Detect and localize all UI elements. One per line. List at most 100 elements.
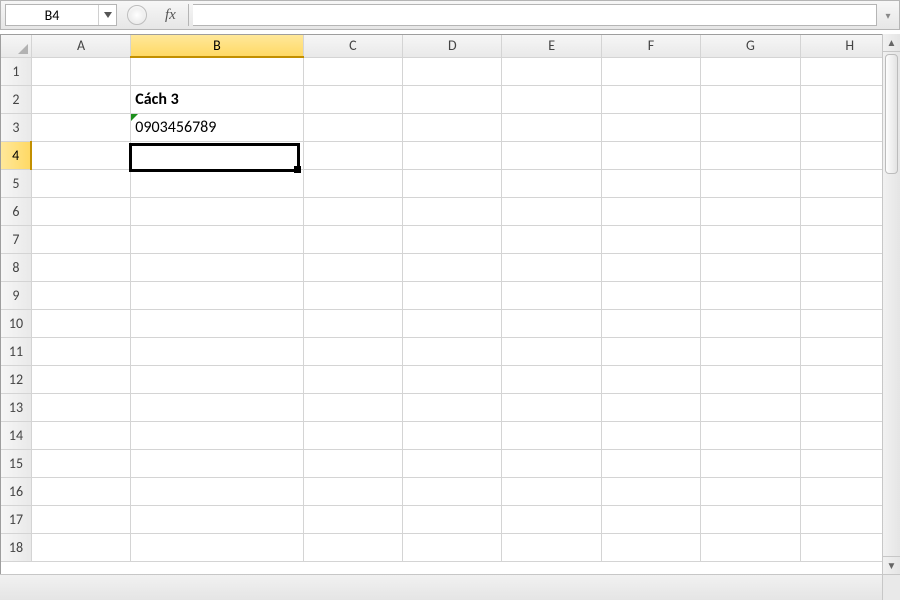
cell-D5[interactable] [403, 169, 502, 197]
vertical-scrollbar[interactable]: ▲ ▼ [882, 34, 900, 574]
cell-G18[interactable] [701, 533, 800, 561]
row-header-12[interactable]: 12 [1, 365, 31, 393]
cell-D11[interactable] [403, 337, 502, 365]
cell-A15[interactable] [31, 449, 130, 477]
cell-D7[interactable] [403, 225, 502, 253]
column-header-E[interactable]: E [502, 35, 601, 57]
cell-F9[interactable] [601, 281, 700, 309]
cell-G9[interactable] [701, 281, 800, 309]
cell-B9[interactable] [131, 281, 303, 309]
cell-E2[interactable] [502, 85, 601, 113]
row-header-10[interactable]: 10 [1, 309, 31, 337]
cell-A9[interactable] [31, 281, 130, 309]
row-header-1[interactable]: 1 [1, 57, 31, 85]
cell-F6[interactable] [601, 197, 700, 225]
cell-F3[interactable] [601, 113, 700, 141]
cell-C17[interactable] [303, 505, 402, 533]
cell-A16[interactable] [31, 477, 130, 505]
cell-A3[interactable] [31, 113, 130, 141]
cell-A10[interactable] [31, 309, 130, 337]
row-header-15[interactable]: 15 [1, 449, 31, 477]
cell-F15[interactable] [601, 449, 700, 477]
row-header-4[interactable]: 4 [1, 141, 31, 169]
row-header-11[interactable]: 11 [1, 337, 31, 365]
scroll-down-icon[interactable]: ▼ [883, 556, 900, 574]
cell-F13[interactable] [601, 393, 700, 421]
cell-C14[interactable] [303, 421, 402, 449]
cell-F18[interactable] [601, 533, 700, 561]
cell-C16[interactable] [303, 477, 402, 505]
cell-B5[interactable] [131, 169, 303, 197]
name-box[interactable]: B4 [5, 4, 117, 26]
fx-icon[interactable]: fx [165, 7, 176, 24]
cell-F7[interactable] [601, 225, 700, 253]
cell-C6[interactable] [303, 197, 402, 225]
cell-C10[interactable] [303, 309, 402, 337]
cell-B6[interactable] [131, 197, 303, 225]
cell-A7[interactable] [31, 225, 130, 253]
cell-D16[interactable] [403, 477, 502, 505]
cell-E15[interactable] [502, 449, 601, 477]
cell-B14[interactable] [131, 421, 303, 449]
cell-C18[interactable] [303, 533, 402, 561]
cell-G3[interactable] [701, 113, 800, 141]
cell-F11[interactable] [601, 337, 700, 365]
cell-C4[interactable] [303, 141, 402, 169]
cell-E13[interactable] [502, 393, 601, 421]
cell-E10[interactable] [502, 309, 601, 337]
cell-F2[interactable] [601, 85, 700, 113]
row-header-13[interactable]: 13 [1, 393, 31, 421]
cell-D6[interactable] [403, 197, 502, 225]
cell-B11[interactable] [131, 337, 303, 365]
cell-B8[interactable] [131, 253, 303, 281]
cell-G8[interactable] [701, 253, 800, 281]
cell-G11[interactable] [701, 337, 800, 365]
cell-F5[interactable] [601, 169, 700, 197]
cell-G10[interactable] [701, 309, 800, 337]
cell-A14[interactable] [31, 421, 130, 449]
cell-D13[interactable] [403, 393, 502, 421]
cell-G13[interactable] [701, 393, 800, 421]
cell-D2[interactable] [403, 85, 502, 113]
cell-D4[interactable] [403, 141, 502, 169]
cell-C5[interactable] [303, 169, 402, 197]
cell-E4[interactable] [502, 141, 601, 169]
horizontal-scrollbar[interactable] [0, 574, 882, 600]
cell-B2[interactable]: Cách 3 [131, 85, 303, 113]
name-box-dropdown-icon[interactable] [98, 5, 116, 25]
row-header-6[interactable]: 6 [1, 197, 31, 225]
cell-B4[interactable] [131, 141, 303, 169]
cell-F14[interactable] [601, 421, 700, 449]
cell-B10[interactable] [131, 309, 303, 337]
worksheet-grid[interactable]: ABCDEFGH12Cách 3309034567894567891011121… [0, 34, 900, 574]
formula-input[interactable] [193, 4, 877, 26]
cell-B12[interactable] [131, 365, 303, 393]
cell-F17[interactable] [601, 505, 700, 533]
cell-G7[interactable] [701, 225, 800, 253]
row-header-16[interactable]: 16 [1, 477, 31, 505]
cell-D3[interactable] [403, 113, 502, 141]
cell-D17[interactable] [403, 505, 502, 533]
cell-F16[interactable] [601, 477, 700, 505]
row-header-18[interactable]: 18 [1, 533, 31, 561]
scroll-thumb[interactable] [885, 54, 898, 174]
cell-A17[interactable] [31, 505, 130, 533]
cell-D10[interactable] [403, 309, 502, 337]
column-header-A[interactable]: A [31, 35, 130, 57]
cell-C12[interactable] [303, 365, 402, 393]
cell-G2[interactable] [701, 85, 800, 113]
cell-G4[interactable] [701, 141, 800, 169]
row-header-7[interactable]: 7 [1, 225, 31, 253]
cell-F1[interactable] [601, 57, 700, 85]
column-header-F[interactable]: F [601, 35, 700, 57]
cell-G6[interactable] [701, 197, 800, 225]
cell-B1[interactable] [131, 57, 303, 85]
cell-A4[interactable] [31, 141, 130, 169]
cell-B7[interactable] [131, 225, 303, 253]
cell-A5[interactable] [31, 169, 130, 197]
cell-A11[interactable] [31, 337, 130, 365]
cell-A8[interactable] [31, 253, 130, 281]
cell-D8[interactable] [403, 253, 502, 281]
cell-C15[interactable] [303, 449, 402, 477]
cancel-button[interactable] [127, 5, 147, 25]
